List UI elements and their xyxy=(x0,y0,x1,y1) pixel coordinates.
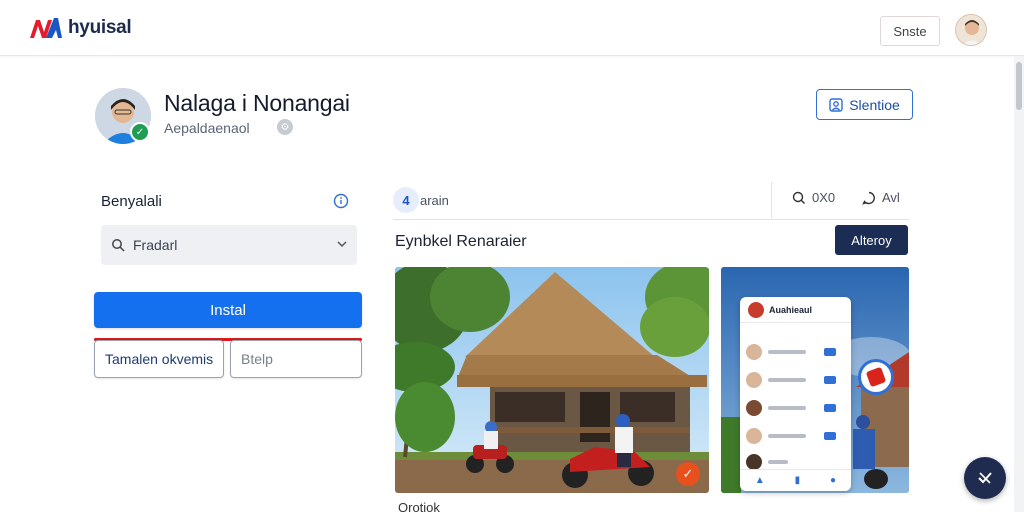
phone-app-header: Auahieaul xyxy=(740,297,851,323)
section-title: Eynbkel Renaraier xyxy=(395,233,527,250)
list-item-text-line xyxy=(768,406,806,410)
top-header: hyuisal Snste xyxy=(0,0,1024,56)
logo-mark-icon xyxy=(30,18,62,38)
list-item[interactable] xyxy=(746,397,846,419)
user-avatar[interactable] xyxy=(955,14,987,46)
chat-action-label: Avl xyxy=(882,190,900,205)
install-button[interactable]: Instal xyxy=(94,292,362,328)
comment-action[interactable]: 0X0 xyxy=(792,190,835,205)
chat-icon xyxy=(862,191,875,205)
list-item-avatar xyxy=(746,454,762,470)
user-avatar-icon xyxy=(956,15,986,45)
comment-action-label: 0X0 xyxy=(812,190,836,205)
list-item-text-line xyxy=(768,434,806,438)
list-item-text-line xyxy=(768,460,788,464)
info-icon[interactable] xyxy=(330,192,354,210)
list-item-chip xyxy=(824,348,836,356)
house-photo-image xyxy=(395,267,709,493)
featured-photo[interactable] xyxy=(395,267,709,493)
list-item-chip xyxy=(824,404,836,412)
profile-subtitle: Aepaldaenaol xyxy=(164,120,250,136)
fab-icon[interactable] xyxy=(964,457,1006,499)
phone-app-window[interactable]: Auahieaul ▲ ▮ ● xyxy=(740,297,851,491)
tab-count-badge[interactable]: 4 xyxy=(393,187,419,213)
phone-app-fab[interactable] xyxy=(858,359,894,395)
profile-name: Nalaga i Nonangai xyxy=(164,90,350,116)
list-item-avatar xyxy=(746,344,762,360)
scrollbar-track[interactable] xyxy=(1014,56,1024,512)
photo-caption: Qrotiok xyxy=(398,500,440,512)
list-item-text-line xyxy=(768,350,806,354)
chevron-down-icon xyxy=(337,237,347,251)
list-item[interactable] xyxy=(746,425,846,447)
list-item[interactable] xyxy=(746,341,846,363)
phone-app-avatar xyxy=(748,301,764,318)
list-item-avatar xyxy=(746,372,762,388)
list-item-text-line xyxy=(768,378,806,382)
tab-divider xyxy=(771,182,772,218)
secondary-button-2[interactable]: Btelp xyxy=(230,340,362,378)
filter-select[interactable]: Fradarl xyxy=(101,225,357,265)
phone-app-title: Auahieaul xyxy=(769,304,813,315)
top-action-button[interactable]: Snste xyxy=(880,16,940,46)
follow-button-label: Slentioe xyxy=(849,96,900,113)
section-action-button[interactable]: Alteroy xyxy=(835,225,908,255)
list-item-chip xyxy=(824,376,836,384)
settings-icon[interactable]: ⚙ xyxy=(277,119,293,135)
check-badge-icon[interactable]: ✓ xyxy=(676,462,700,486)
phone-bottom-nav: ▲ ▮ ● xyxy=(740,469,851,491)
list-item-chip xyxy=(824,432,836,440)
scrollbar-thumb[interactable] xyxy=(1016,62,1022,110)
tab-label[interactable]: arain xyxy=(420,193,449,208)
list-item[interactable] xyxy=(746,369,846,391)
chat-action[interactable]: Avl xyxy=(862,190,900,205)
comment-icon xyxy=(792,191,805,204)
home-icon[interactable]: ▲ xyxy=(755,475,765,486)
list-icon[interactable]: ▮ xyxy=(795,475,801,486)
list-item-avatar xyxy=(746,428,762,444)
app-logo-icon xyxy=(865,366,887,388)
logo[interactable]: hyuisal xyxy=(28,14,132,42)
user-icon xyxy=(829,97,843,112)
search-icon xyxy=(112,239,125,252)
profile-icon[interactable]: ● xyxy=(830,475,836,486)
list-item-avatar xyxy=(746,400,762,416)
secondary-button-1[interactable]: Tamalen okvemis xyxy=(94,340,224,378)
panel-title: Benyalali xyxy=(101,193,162,210)
follow-button[interactable]: Slentioe xyxy=(816,89,913,120)
verified-icon: ✓ xyxy=(130,122,150,142)
logo-text: hyuisal xyxy=(68,17,132,38)
filter-select-value: Fradarl xyxy=(133,237,178,253)
